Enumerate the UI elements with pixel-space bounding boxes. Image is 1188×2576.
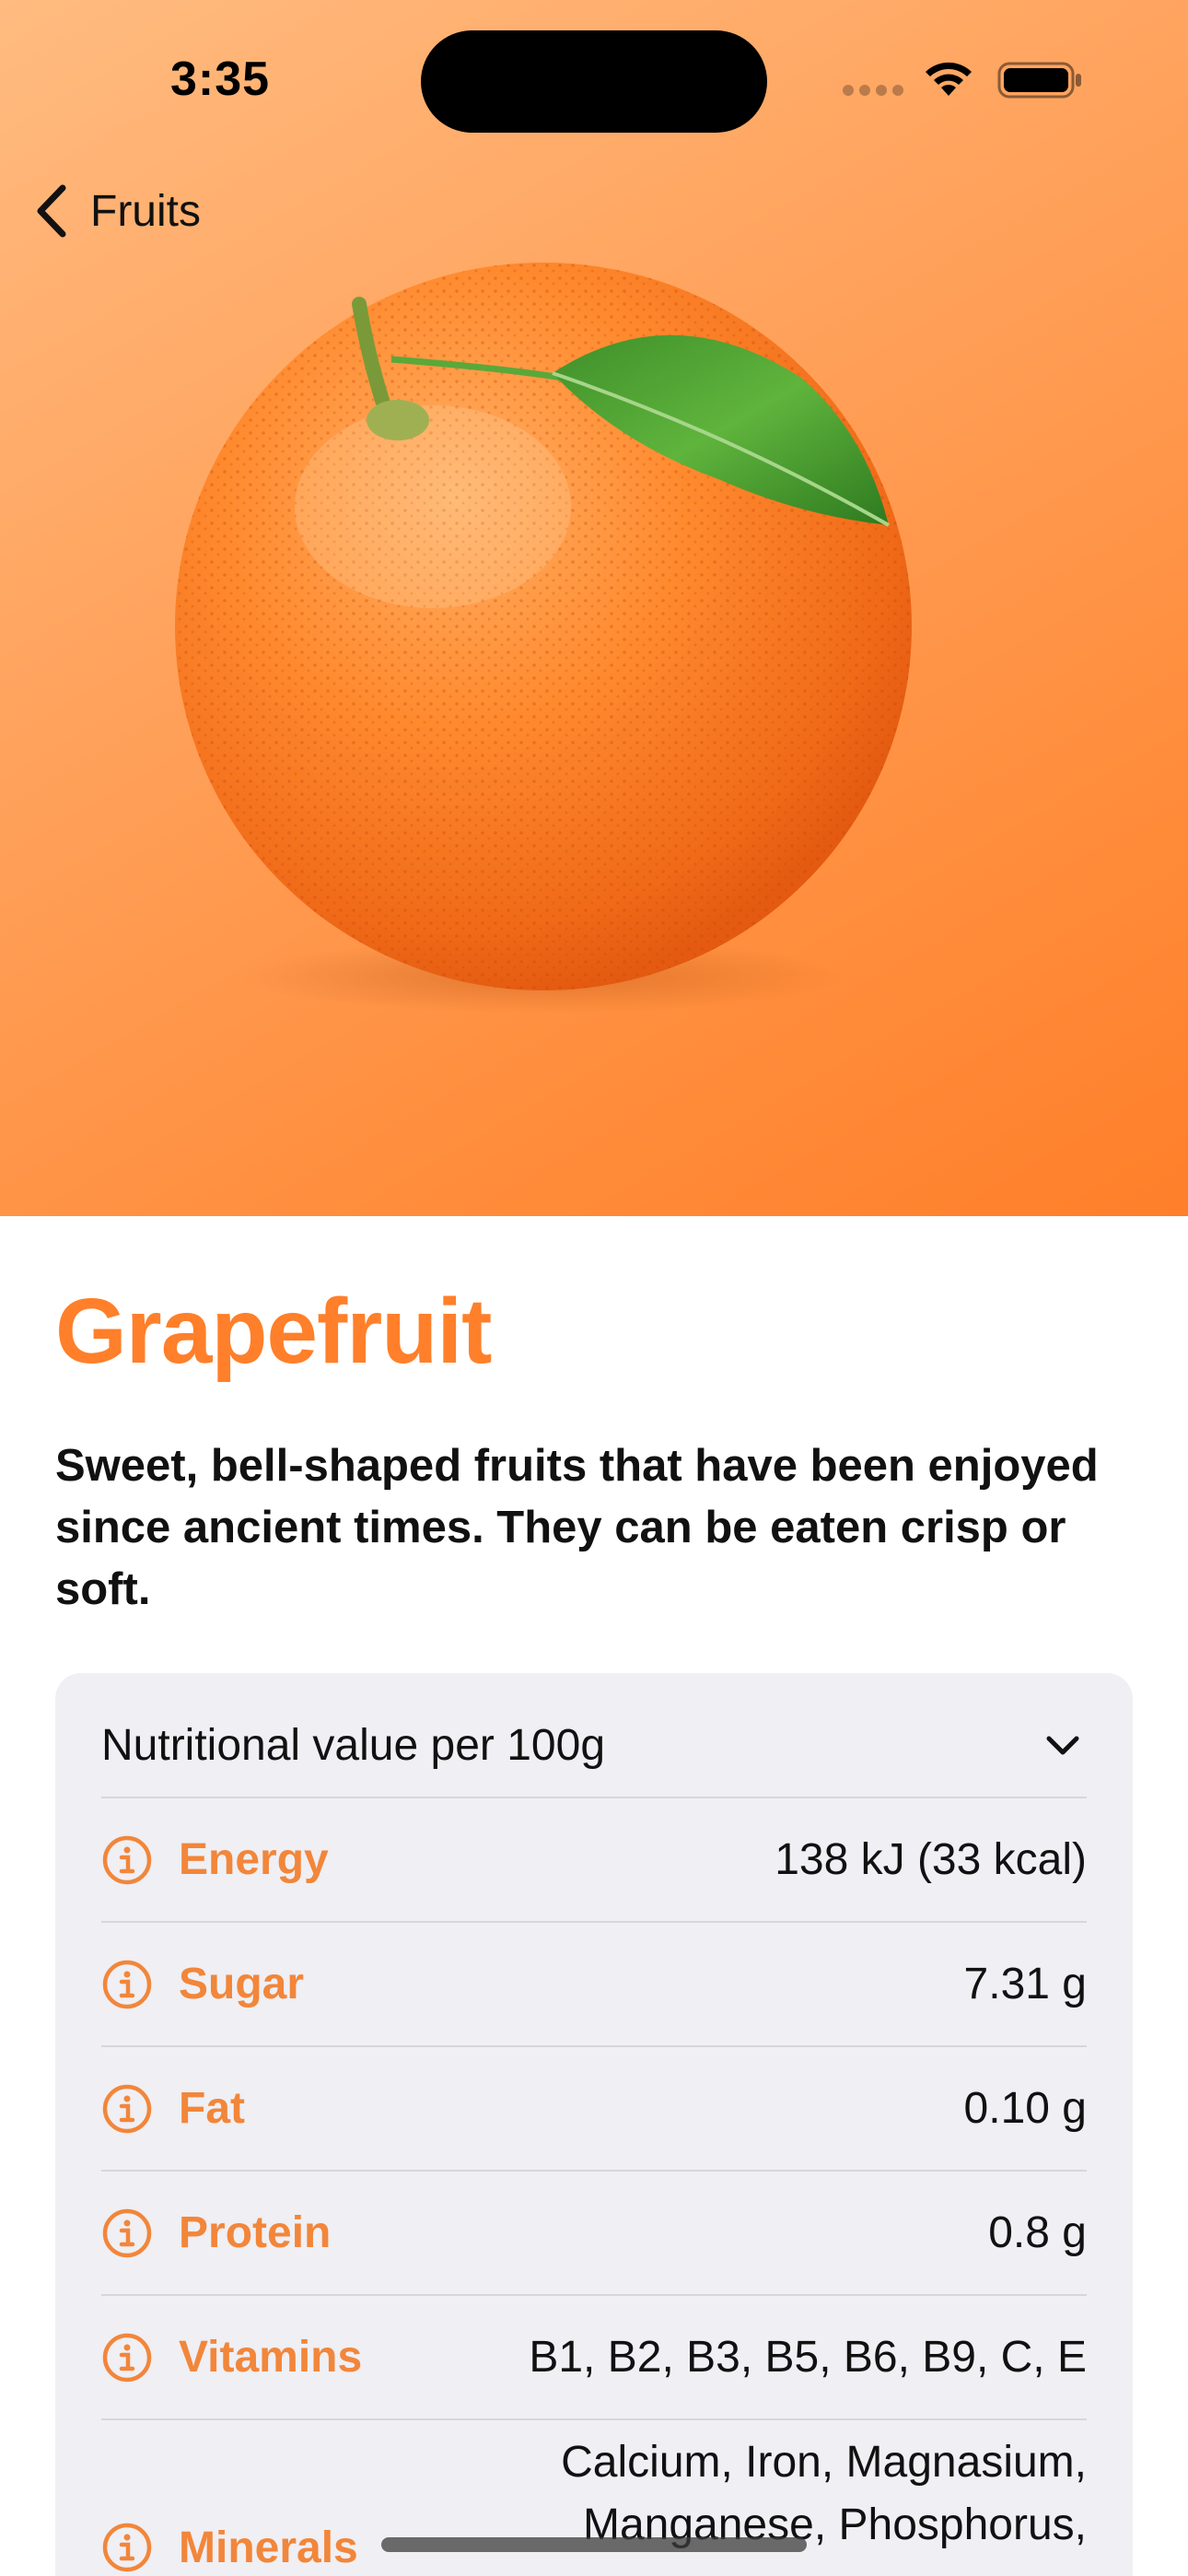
chevron-down-icon xyxy=(1046,1736,1079,1755)
info-icon[interactable] xyxy=(101,2522,153,2573)
nutrition-row-energy: Energy 138 kJ (33 kcal) xyxy=(101,1798,1087,1923)
fruit-title: Grapefruit xyxy=(55,1280,492,1383)
nutrition-card: Nutritional value per 100g Energy 138 kJ… xyxy=(55,1673,1133,2576)
nutrition-value: B1, B2, B3, B5, B6, B9, C, E xyxy=(529,2333,1087,2382)
chevron-left-icon xyxy=(37,184,66,238)
nutrition-header-label: Nutritional value per 100g xyxy=(101,1720,606,1770)
back-button[interactable]: Fruits xyxy=(31,179,201,243)
hero-header: 3:35 Fruits xyxy=(0,0,1188,1216)
back-label: Fruits xyxy=(90,186,201,236)
cellular-signal-icon xyxy=(843,83,905,96)
wifi-icon xyxy=(926,62,972,96)
info-icon[interactable] xyxy=(101,2207,153,2259)
nutrition-label: Fat xyxy=(179,2084,245,2133)
info-icon[interactable] xyxy=(101,2083,153,2135)
dynamic-island xyxy=(421,30,767,133)
nutrition-label: Energy xyxy=(179,1835,329,1884)
nutrition-value-line: Calcium, Iron, Magnasium, xyxy=(561,2438,1087,2487)
nutrition-row-vitamins: Vitamins B1, B2, B3, B5, B6, B9, C, E xyxy=(101,2296,1087,2420)
fruit-description: Sweet, bell-shaped fruits that have been… xyxy=(55,1441,1099,1614)
nutrition-value: 138 kJ (33 kcal) xyxy=(775,1835,1087,1884)
nutrition-row-sugar: Sugar 7.31 g xyxy=(101,1923,1087,2047)
nutrition-label: Vitamins xyxy=(179,2333,363,2382)
nutrition-row-protein: Protein 0.8 g xyxy=(101,2172,1087,2296)
nutrition-label: Sugar xyxy=(179,1960,305,2008)
info-icon[interactable] xyxy=(101,2332,153,2383)
nutrition-value: 0.10 g xyxy=(963,2084,1087,2133)
battery-icon xyxy=(997,62,1081,99)
nutrition-row-fat: Fat 0.10 g xyxy=(101,2047,1087,2172)
home-indicator[interactable] xyxy=(381,2537,807,2552)
nutrition-value: 7.31 g xyxy=(963,1960,1087,2008)
nutrition-value: 0.8 g xyxy=(988,2208,1087,2257)
nutrition-row-minerals: Minerals Calcium, Iron, Magnasium, Manga… xyxy=(101,2420,1087,2576)
nutrition-disclosure-header[interactable]: Nutritional value per 100g xyxy=(101,1673,1087,1798)
status-time: 3:35 xyxy=(170,53,271,106)
info-icon[interactable] xyxy=(101,1959,153,2010)
nutrition-label: Protein xyxy=(179,2208,332,2257)
grapefruit-illustration xyxy=(175,263,912,1013)
info-icon[interactable] xyxy=(101,1834,153,1886)
nutrition-label: Minerals xyxy=(179,2523,358,2572)
